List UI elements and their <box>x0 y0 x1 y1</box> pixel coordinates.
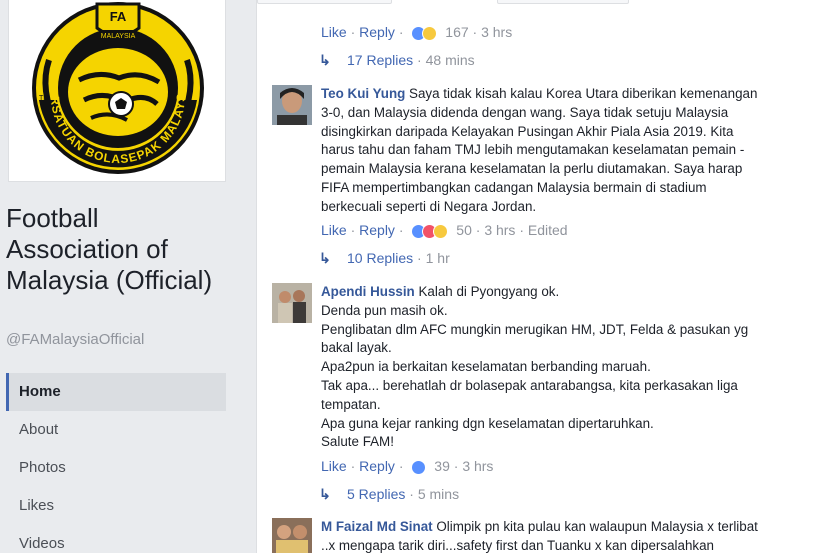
reply-link[interactable]: Reply <box>359 222 395 238</box>
comment-text-line: Denda pun masih ok. <box>321 302 448 318</box>
view-replies[interactable]: ↳ 10 Replies · 1 hr <box>319 249 450 267</box>
profile-picture-frame[interactable]: FA MALAYSIA PERSATUAN BOLASEPAK MALAYSIA… <box>4 0 226 182</box>
like-link[interactable]: Like <box>321 458 347 474</box>
separator: · <box>472 24 478 40</box>
comment-body: Apendi Hussin Kalah di Pyongyang ok. Den… <box>321 283 821 452</box>
haha-reaction-icon <box>433 224 449 240</box>
comment-feed: Like · Reply · 167 · 3 hrs ↳ 17 Replies ·… <box>256 0 830 553</box>
nav-videos[interactable]: Videos <box>6 525 226 553</box>
top-controls <box>257 0 830 4</box>
reaction-count[interactable]: 167 <box>445 24 468 40</box>
avatar[interactable] <box>272 85 312 125</box>
separator: · <box>398 24 404 40</box>
comment-text-line: Apa2pun ia berkaitan keselamatan berband… <box>321 359 651 375</box>
comment-text-line: bakal layak. <box>321 340 392 356</box>
comment-text-line: Penglibatan dlm AFC mungkin merugikan HM… <box>321 321 749 337</box>
reactions[interactable] <box>411 223 452 240</box>
page-nav: Home About Photos Likes Videos <box>6 373 226 553</box>
comment-text-line: disingkirkan daripada Kelayakan Pusingan… <box>321 123 734 139</box>
page-title[interactable]: Football Association of Malaysia (Offici… <box>6 203 236 296</box>
replies-time: 1 hr <box>425 250 450 266</box>
nav-likes[interactable]: Likes <box>6 487 226 525</box>
comment-actions: Like · Reply · 39 · 3 hrs <box>321 457 493 476</box>
top-button-left[interactable] <box>257 0 392 4</box>
avatar[interactable] <box>272 283 312 323</box>
comment-text-line: pemain Malaysia kerana keselamatan la pe… <box>321 161 743 177</box>
separator: · <box>417 52 422 68</box>
avatar-image <box>272 85 312 125</box>
comment-author[interactable]: M Faizal Md Sinat <box>321 519 433 534</box>
edited-label[interactable]: Edited <box>528 222 568 238</box>
separator: · <box>417 250 422 266</box>
reply-link[interactable]: Reply <box>359 24 395 40</box>
comment-text-line: harus tahu dan faham TMJ lebih mengutama… <box>321 142 745 158</box>
reply-arrow-icon: ↳ <box>319 52 331 68</box>
separator: · <box>350 24 356 40</box>
avatar[interactable] <box>272 518 312 553</box>
comment-text-line: FIFA mempertimbangkan cadangan Malaysia … <box>321 179 707 195</box>
replies-count[interactable]: 17 Replies <box>347 52 413 68</box>
comment-text-line: berkecuali seperti di Negara Jordan. <box>321 198 537 214</box>
reply-link[interactable]: Reply <box>359 458 395 474</box>
comment-text-line: 3-0, dan Malaysia didenda dengan wang. S… <box>321 104 729 120</box>
separator: · <box>409 486 414 502</box>
nav-home[interactable]: Home <box>6 373 226 411</box>
view-replies[interactable]: ↳ 5 Replies · 5 mins <box>319 485 459 503</box>
view-replies[interactable]: ↳ 17 Replies · 48 mins <box>319 51 475 69</box>
comment-time[interactable]: 3 hrs <box>462 458 493 474</box>
reaction-count[interactable]: 50 <box>456 222 472 238</box>
comment-body: M Faizal Md Sinat Olimpik pn kita pulau … <box>321 518 821 553</box>
like-reaction-icon <box>411 460 427 476</box>
like-link[interactable]: Like <box>321 24 347 40</box>
top-button-right[interactable] <box>497 0 629 4</box>
logo-tm: TM <box>39 95 49 102</box>
like-link[interactable]: Like <box>321 222 347 238</box>
page-sidebar: FA MALAYSIA PERSATUAN BOLASEPAK MALAYSIA… <box>0 0 241 553</box>
comment-time[interactable]: 3 hrs <box>481 24 512 40</box>
reactions[interactable] <box>411 25 441 42</box>
separator: · <box>350 458 356 474</box>
comment-actions: Like · Reply · 167 · 3 hrs <box>321 23 512 42</box>
separator: · <box>475 222 481 238</box>
avatar-image <box>272 518 312 553</box>
comment-text-line: tempatan. <box>321 396 381 412</box>
reply-arrow-icon: ↳ <box>319 250 331 266</box>
fam-logo: FA MALAYSIA PERSATUAN BOLASEPAK MALAYSIA… <box>4 0 204 174</box>
logo-malaysia-small: MALAYSIA <box>101 33 136 40</box>
reaction-count[interactable]: 39 <box>434 458 450 474</box>
nav-photos[interactable]: Photos <box>6 449 226 487</box>
nav-about[interactable]: About <box>6 411 226 449</box>
separator: · <box>453 458 459 474</box>
comment-text-line: Kalah di Pyongyang ok. <box>418 284 560 299</box>
comment-text-line: Salute FAM! <box>321 434 394 450</box>
comment-text-line: Saya tidak kisah kalau Korea Utara diber… <box>409 86 758 101</box>
separator: · <box>398 458 404 474</box>
replies-count[interactable]: 10 Replies <box>347 250 413 266</box>
logo-fa-text: FA <box>110 9 127 24</box>
replies-count[interactable]: 5 Replies <box>347 486 405 502</box>
comment-text-line: ..x mengapa tarik diri...safety first da… <box>321 537 714 553</box>
page-username[interactable]: @FAMalaysiaOfficial <box>6 331 144 348</box>
comment-author[interactable]: Teo Kui Yung <box>321 86 405 101</box>
reply-arrow-icon: ↳ <box>319 486 331 502</box>
comment-text-line: Olimpik pn kita pulau kan walaupun Malay… <box>436 519 758 534</box>
separator: · <box>519 222 524 238</box>
comment-actions: Like · Reply · 50 · 3 hrs · Edited <box>321 221 568 240</box>
comment-body: Teo Kui Yung Saya tidak kisah kalau Kore… <box>321 85 821 217</box>
separator: · <box>398 222 404 238</box>
reactions[interactable] <box>411 459 430 476</box>
replies-time: 48 mins <box>425 52 475 68</box>
comment-text-line: Apa guna kejar ranking dgn keselamatan d… <box>321 415 654 431</box>
haha-reaction-icon <box>422 26 438 42</box>
comment-author[interactable]: Apendi Hussin <box>321 284 415 299</box>
comment-text-line: Tak apa... berehatlah dr bolasepak antar… <box>321 377 738 393</box>
comment-time[interactable]: 3 hrs <box>484 222 515 238</box>
replies-time: 5 mins <box>417 486 460 502</box>
separator: · <box>350 222 356 238</box>
comments-column: Like · Reply · 167 · 3 hrs ↳ 17 Replies ·… <box>241 0 830 553</box>
avatar-image <box>272 283 312 323</box>
